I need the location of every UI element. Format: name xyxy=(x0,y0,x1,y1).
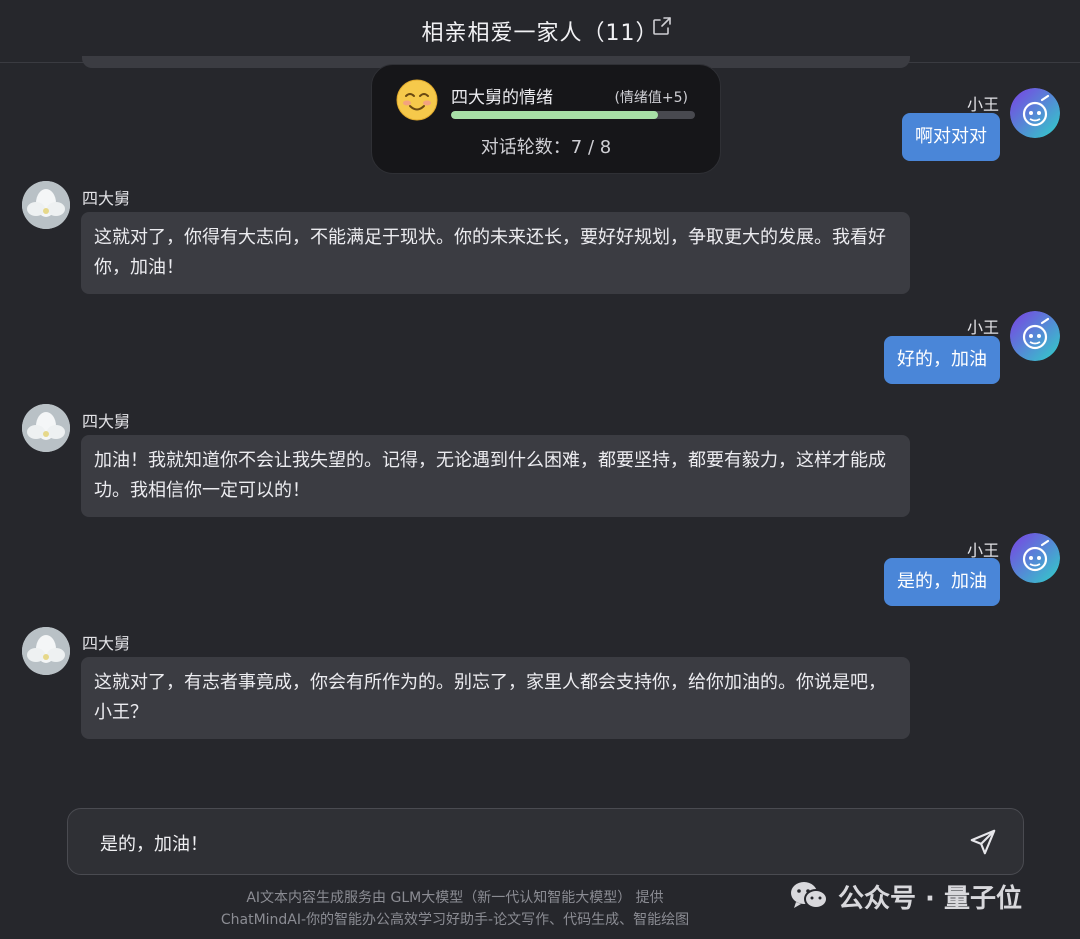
watermark-text: 公众号 · 量子位 xyxy=(838,883,1022,914)
message-input[interactable] xyxy=(98,809,942,876)
send-icon[interactable] xyxy=(968,827,998,857)
emotion-progress-fill xyxy=(451,111,659,119)
turn-counter: 对话轮数：7 / 8 xyxy=(480,137,612,158)
bot-avatar[interactable] xyxy=(22,404,70,452)
emotion-title: 四大舅的情绪 xyxy=(451,88,553,108)
chat-header: 相亲相爱一家人（11） xyxy=(0,0,1080,63)
bot-message-bubble: 加油！我就知道你不会让我失望的。记得，无论遇到什么困难，都要坚持，都要有毅力，这… xyxy=(81,435,910,517)
bot-avatar[interactable] xyxy=(22,181,70,229)
chat-title: 相亲相爱一家人（11） xyxy=(421,21,659,46)
watermark: 公众号 · 量子位 xyxy=(788,877,1022,915)
sender-name: 四大舅 xyxy=(82,634,131,653)
user-avatar[interactable] xyxy=(1010,88,1060,138)
user-message-bubble: 啊对对对 xyxy=(902,113,1000,161)
user-avatar[interactable] xyxy=(1010,311,1060,361)
bot-avatar[interactable] xyxy=(22,627,70,675)
user-message-bubble: 是的，加油 xyxy=(884,558,1000,606)
emotion-progress-track xyxy=(451,111,695,119)
emotion-delta: (情绪值+5) xyxy=(614,90,688,106)
sender-name: 小王 xyxy=(966,318,999,337)
message-composer xyxy=(67,808,1024,876)
wechat-icon xyxy=(791,882,828,909)
sender-name: 四大舅 xyxy=(82,412,131,431)
bot-message-bubble: 这就对了，你得有大志向，不能满足于现状。你的未来还长，要好好规划，争取更大的发展… xyxy=(81,212,910,294)
sender-name: 小王 xyxy=(966,95,999,114)
sender-name: 四大舅 xyxy=(82,189,131,208)
user-message-bubble: 好的，加油 xyxy=(884,336,1000,384)
user-avatar[interactable] xyxy=(1010,533,1060,583)
emotion-card: 四大舅的情绪 (情绪值+5) 对话轮数：7 / 8 xyxy=(371,64,721,174)
smiling-face-icon xyxy=(396,79,438,121)
bot-message-bubble: 这就对了，有志者事竟成，你会有所作为的。别忘了，家里人都会支持你，给你加油的。你… xyxy=(81,657,910,739)
share-icon[interactable] xyxy=(650,14,674,38)
